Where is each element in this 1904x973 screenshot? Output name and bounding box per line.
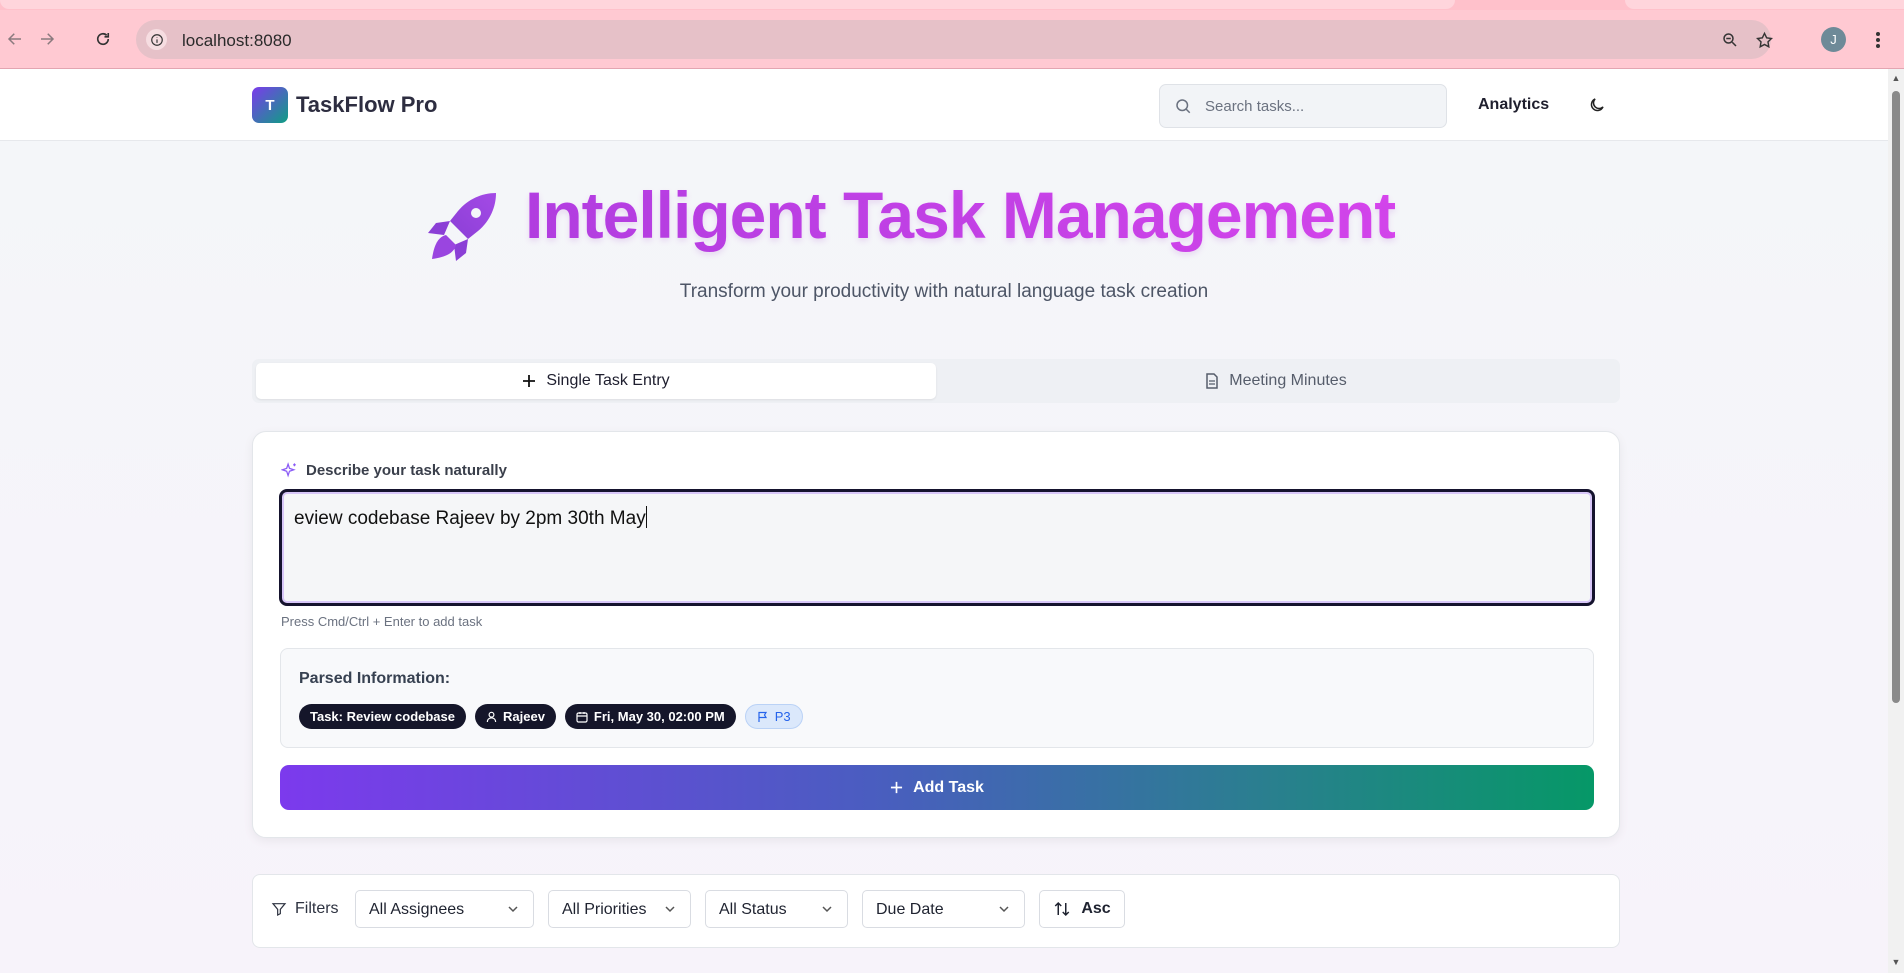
tab-meeting-minutes[interactable]: Meeting Minutes (936, 363, 1616, 399)
task-chip: Task: Review codebase (299, 704, 466, 729)
hero-title: Intelligent Task Management (525, 178, 1396, 252)
text-caret (645, 506, 647, 528)
keyboard-hint: Press Cmd/Ctrl + Enter to add task (281, 614, 483, 629)
entry-mode-tabs: Single Task Entry Meeting Minutes (252, 359, 1620, 403)
browser-tab[interactable] (1625, 0, 1904, 9)
tab-label: Meeting Minutes (1229, 372, 1347, 389)
sort-field-select[interactable]: Due Date (862, 890, 1025, 928)
scroll-down-arrow[interactable]: ▼ (1891, 957, 1901, 967)
flag-icon (758, 711, 767, 722)
browser-menu-icon[interactable] (1868, 26, 1888, 54)
app-header: T TaskFlow Pro Search tasks... Analytics (0, 69, 1888, 141)
chevron-down-icon (822, 906, 832, 913)
priority-chip: P3 (744, 704, 803, 729)
chevron-down-icon (999, 906, 1009, 913)
tab-label: Single Task Entry (546, 372, 670, 389)
chevron-down-icon (665, 906, 675, 913)
zoom-icon[interactable] (1718, 28, 1742, 52)
search-placeholder: Search tasks... (1205, 98, 1305, 115)
document-icon (1206, 373, 1219, 389)
add-task-button[interactable]: Add Task (280, 765, 1594, 810)
analytics-link[interactable]: Analytics (1478, 96, 1549, 114)
rocket-icon (428, 193, 496, 261)
describe-task-label: Describe your task naturally (281, 462, 507, 479)
sort-order-button[interactable]: Asc (1039, 890, 1125, 928)
parsed-title: Parsed Information: (299, 670, 451, 687)
plus-icon (523, 375, 536, 387)
task-entry-card: Describe your task naturally eview codeb… (252, 431, 1620, 838)
bookmark-star-icon[interactable] (1752, 28, 1776, 52)
arrow-right-icon (41, 33, 55, 45)
arrow-left-icon (7, 33, 21, 45)
scroll-up-arrow[interactable]: ▲ (1891, 73, 1901, 83)
priority-filter-select[interactable]: All Priorities (548, 890, 691, 928)
filter-icon (271, 903, 287, 916)
url-text[interactable]: localhost:8080 (182, 31, 292, 51)
assignee-filter-select[interactable]: All Assignees (355, 890, 534, 928)
due-date-chip: Fri, May 30, 02:00 PM (564, 704, 736, 729)
app-logo[interactable]: T (252, 87, 288, 123)
search-input[interactable]: Search tasks... (1159, 84, 1447, 128)
hero-subtitle: Transform your productivity with natural… (679, 281, 1209, 302)
tab-strip (0, 0, 1904, 10)
forward-button[interactable] (32, 24, 62, 54)
sparkles-icon (281, 462, 296, 478)
page-scrollbar[interactable]: ▲ ▼ (1888, 69, 1904, 973)
scrollbar-thumb[interactable] (1892, 91, 1900, 703)
browser-chrome: localhost:8080 J (0, 0, 1904, 69)
site-info-icon[interactable] (146, 29, 167, 50)
filters-bar: Filters All Assignees All Priorities All… (252, 874, 1620, 948)
plus-icon (891, 781, 903, 794)
sort-arrows-icon (1055, 901, 1070, 917)
calendar-icon (576, 711, 588, 723)
textarea-value: eview codebase Rajeev by 2pm 30th May (294, 506, 647, 529)
status-filter-select[interactable]: All Status (705, 890, 848, 928)
theme-toggle-moon-icon[interactable] (1585, 93, 1609, 117)
filters-label: Filters (271, 900, 339, 918)
browser-tab[interactable] (0, 0, 1455, 9)
chevron-down-icon (508, 906, 518, 913)
assignee-chip: Rajeev (475, 704, 556, 729)
reload-button[interactable] (88, 24, 118, 54)
back-button[interactable] (0, 24, 30, 54)
app-page: T TaskFlow Pro Search tasks... Analytics… (0, 69, 1888, 973)
user-icon (486, 711, 497, 722)
task-description-textarea[interactable]: eview codebase Rajeev by 2pm 30th May (279, 489, 1595, 606)
address-bar[interactable]: localhost:8080 (136, 20, 1773, 59)
brand-name[interactable]: TaskFlow Pro (296, 92, 437, 118)
profile-avatar[interactable]: J (1821, 27, 1846, 52)
parsed-information-panel: Parsed Information: Task: Review codebas… (280, 648, 1594, 748)
reload-icon (96, 32, 110, 46)
tab-single-task-entry[interactable]: Single Task Entry (256, 363, 936, 399)
search-icon (1176, 99, 1191, 114)
